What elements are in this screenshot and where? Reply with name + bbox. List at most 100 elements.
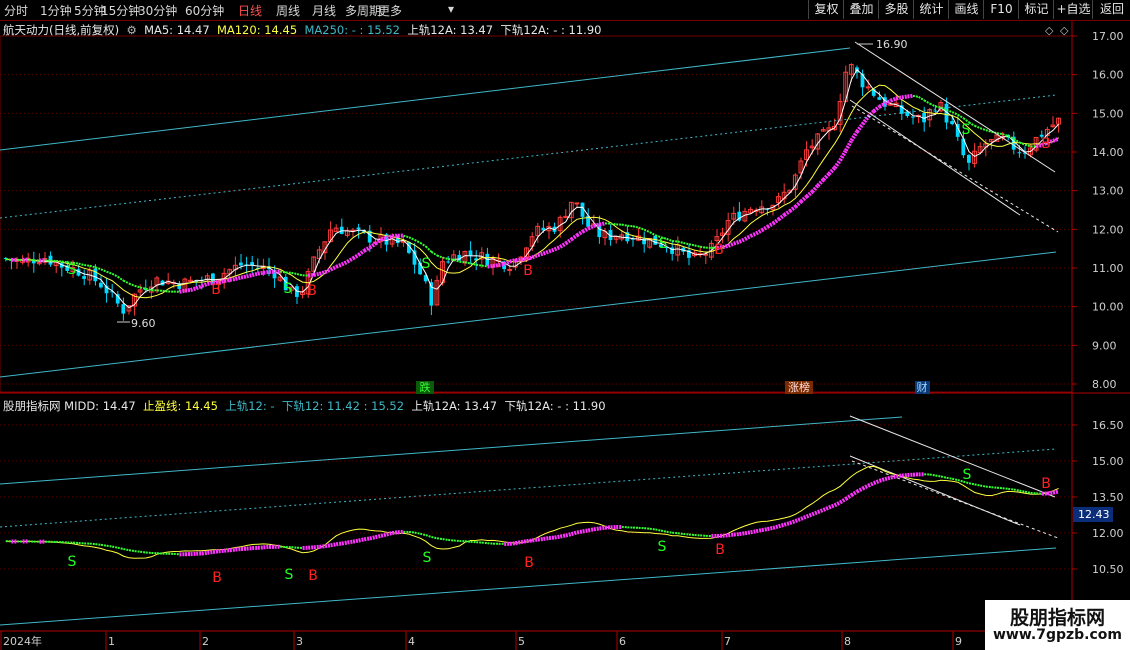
sub-trend-seg-155 bbox=[867, 481, 875, 488]
trend-seg-42 bbox=[234, 275, 242, 281]
period-tab-4[interactable]: 30分钟 bbox=[138, 2, 177, 19]
trend-seg-72 bbox=[403, 234, 410, 239]
sub-trend-seg-97 bbox=[543, 536, 550, 541]
sub-trend-seg-136 bbox=[761, 527, 768, 533]
buy-signal-sub-1: B bbox=[308, 568, 318, 584]
candle-body-83 bbox=[468, 250, 473, 256]
sell-signal-sub-2: S bbox=[423, 550, 432, 566]
stock-title[interactable]: 航天动力(日线,前复权) bbox=[3, 23, 119, 37]
trend-seg-43 bbox=[240, 274, 248, 280]
panel-diamond-icon-2: ◇ bbox=[1060, 24, 1069, 37]
toolbar-button-6[interactable]: 标记 bbox=[1018, 0, 1054, 19]
period-tab-6[interactable]: 日线 bbox=[238, 2, 262, 19]
trend-seg-166 bbox=[929, 102, 936, 108]
sub-trend-seg-146 bbox=[817, 508, 825, 514]
toolbar-button-4[interactable]: 画线 bbox=[948, 0, 984, 19]
sub-trend-seg-175 bbox=[980, 484, 986, 488]
period-tab-5[interactable]: 60分钟 bbox=[185, 2, 224, 19]
trend-seg-107 bbox=[598, 221, 606, 227]
trend-seg-140 bbox=[783, 209, 791, 217]
settings-icon[interactable]: ⚙ bbox=[123, 23, 141, 37]
period-tab-7[interactable]: 周线 bbox=[276, 2, 300, 19]
upper12-label: 上轨12: - bbox=[225, 399, 275, 413]
period-tab-10[interactable]: 更多 bbox=[378, 2, 402, 19]
trend-seg-69 bbox=[386, 234, 393, 240]
sub-trend-seg-95 bbox=[531, 537, 539, 543]
candle-body-181 bbox=[1017, 152, 1022, 154]
sub-trend-seg-117 bbox=[655, 528, 662, 532]
trend-seg-141 bbox=[788, 205, 797, 213]
toolbar-button-3[interactable]: 统计 bbox=[913, 0, 949, 19]
toolbar-button-5[interactable]: F10 bbox=[983, 0, 1019, 19]
lower12a-value: : 11.90 bbox=[565, 399, 606, 413]
period-tab-8[interactable]: 月线 bbox=[312, 2, 336, 19]
sub-trend-seg-173 bbox=[968, 482, 975, 486]
trend-seg-78 bbox=[436, 254, 443, 259]
sub-ytick-label-0: 16.50 bbox=[1092, 419, 1124, 432]
period-tab-3[interactable]: 15分钟 bbox=[101, 2, 140, 19]
period-tab-1[interactable]: 1分钟 bbox=[40, 2, 72, 19]
trend-seg-139 bbox=[777, 213, 786, 221]
trend-seg-131 bbox=[733, 239, 741, 246]
candle-body-162 bbox=[911, 116, 915, 118]
peak-price-label: 16.90 bbox=[876, 38, 908, 51]
sub-trend-seg-123 bbox=[688, 533, 695, 537]
trend-seg-50 bbox=[280, 270, 286, 274]
sub-trend-seg-149 bbox=[833, 500, 842, 508]
toolbar-button-8[interactable]: 返回 bbox=[1092, 0, 1130, 19]
period-tab-9[interactable]: 多周期 bbox=[345, 2, 381, 19]
trend-seg-143 bbox=[799, 195, 808, 204]
watermark: 股朋指标网 www.7gpzb.com bbox=[985, 600, 1130, 650]
candle-body-169 bbox=[950, 121, 954, 125]
trend-seg-152 bbox=[849, 130, 859, 142]
trend-seg-123 bbox=[688, 243, 695, 247]
more-dropdown-icon[interactable]: ▾ bbox=[448, 2, 454, 16]
sub-trend-seg-104 bbox=[582, 528, 589, 534]
sub-trend-seg-101 bbox=[565, 532, 572, 538]
trend-seg-148 bbox=[827, 166, 837, 176]
trend-seg-121 bbox=[677, 240, 684, 244]
watermark-title: 股朋指标网 bbox=[1009, 607, 1105, 629]
sub-trend-seg-73 bbox=[408, 530, 415, 534]
trend-seg-53 bbox=[296, 273, 303, 277]
sub-header: 股朋指标网 MIDD: 14.47 止盈线: 14.45 上轨12: - 下轨1… bbox=[3, 398, 606, 414]
sub-trend-seg-78 bbox=[436, 537, 443, 541]
sub-ytick-label-2: 13.50 bbox=[1092, 491, 1124, 504]
xaxis-label-3: 3 bbox=[296, 635, 303, 648]
trend-seg-58 bbox=[324, 267, 332, 274]
sub-trend-seg-23 bbox=[128, 549, 135, 553]
sub-trend-seg-105 bbox=[587, 527, 595, 533]
trend-seg-162 bbox=[907, 93, 914, 99]
indicator-title[interactable]: 股朋指标网 bbox=[3, 399, 61, 413]
trend-seg-21 bbox=[117, 275, 124, 282]
candle-body-17 bbox=[99, 282, 103, 288]
toolbar-button-0[interactable]: 复权 bbox=[808, 0, 844, 19]
trend-seg-56 bbox=[313, 271, 320, 277]
trend-seg-24 bbox=[134, 284, 141, 289]
toolbar-button-7[interactable]: +自选 bbox=[1053, 0, 1093, 19]
sub-trend-seg-80 bbox=[448, 538, 454, 542]
toolbar-button-1[interactable]: 叠加 bbox=[843, 0, 879, 19]
toolbar-button-2[interactable]: 多股 bbox=[878, 0, 914, 19]
sub-trend-seg-58 bbox=[324, 543, 331, 549]
xaxis-label-9: 9 bbox=[955, 635, 962, 648]
event-marker-2: 财 bbox=[917, 380, 928, 394]
trend-seg-75 bbox=[419, 241, 427, 248]
period-toolbar: 分时 1分钟 5分钟 15分钟 30分钟 60分钟 日线 周线 月线 多周期 更多 ▾ 复权 叠加 多股 统计… bbox=[0, 0, 1130, 21]
sub-trend-seg-41 bbox=[229, 547, 236, 553]
chart-canvas[interactable]: 17.00 16.00 15.00 14.00 13.00 12.00 11.00 10.00… bbox=[0, 0, 1130, 650]
trend-seg-61 bbox=[340, 259, 349, 267]
sub-trend-seg-187 bbox=[1047, 490, 1054, 496]
xaxis-label-4: 4 bbox=[408, 635, 415, 648]
trend-seg-103 bbox=[575, 229, 584, 237]
main-ytick-label-4: 13.00 bbox=[1092, 185, 1124, 198]
candle-body-79 bbox=[446, 261, 450, 263]
trend-seg-97 bbox=[542, 249, 550, 256]
trend-seg-14 bbox=[78, 262, 85, 267]
trend-seg-65 bbox=[363, 245, 371, 253]
trend-seg-104 bbox=[581, 226, 590, 234]
sub-trend-seg-147 bbox=[822, 505, 830, 512]
trend-seg-41 bbox=[229, 276, 236, 282]
period-tab-0[interactable]: 分时 bbox=[4, 2, 28, 19]
candle-body-154 bbox=[865, 86, 871, 89]
